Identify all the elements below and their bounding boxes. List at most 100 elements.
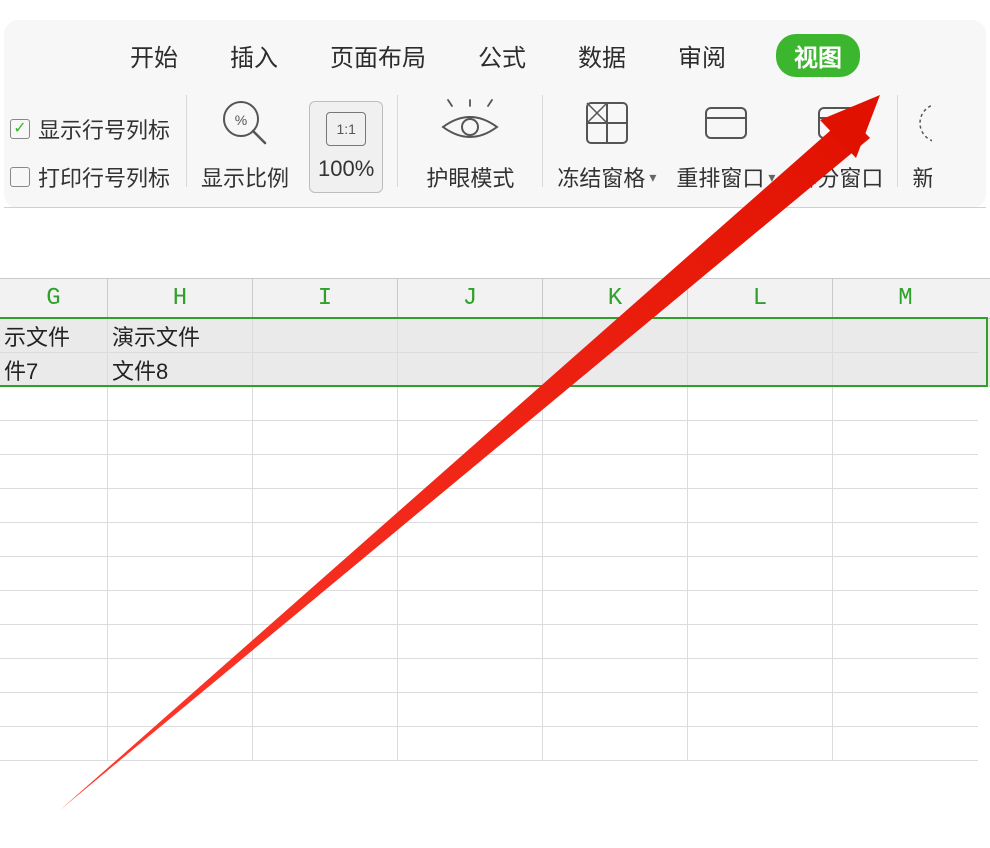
col-header-g[interactable]: G xyxy=(0,279,108,318)
cell[interactable] xyxy=(688,523,833,557)
cell[interactable] xyxy=(398,455,543,489)
zoom-100-button[interactable]: 1:1 100% xyxy=(299,97,393,193)
cell[interactable] xyxy=(543,557,688,591)
cell[interactable] xyxy=(688,557,833,591)
cell[interactable] xyxy=(0,659,108,693)
cell[interactable] xyxy=(108,727,253,761)
cell[interactable] xyxy=(543,659,688,693)
cell[interactable] xyxy=(108,421,253,455)
cell[interactable] xyxy=(543,625,688,659)
sheet-row[interactable]: 件7 文件8 xyxy=(0,353,990,387)
sheet-row[interactable] xyxy=(0,523,990,557)
cell[interactable] xyxy=(0,421,108,455)
cell[interactable] xyxy=(543,489,688,523)
cell[interactable] xyxy=(833,523,978,557)
cell[interactable] xyxy=(253,591,398,625)
cell[interactable] xyxy=(108,523,253,557)
sheet-row[interactable] xyxy=(0,489,990,523)
cell[interactable] xyxy=(0,591,108,625)
tab-data[interactable]: 数据 xyxy=(578,38,626,73)
col-header-l[interactable]: L xyxy=(688,279,833,318)
cell[interactable] xyxy=(253,557,398,591)
col-header-m[interactable]: M xyxy=(833,279,978,318)
cell[interactable] xyxy=(833,557,978,591)
cell[interactable] xyxy=(688,319,833,353)
sheet-row[interactable] xyxy=(0,659,990,693)
cell[interactable] xyxy=(108,693,253,727)
cell[interactable] xyxy=(543,353,688,387)
cell[interactable] xyxy=(688,625,833,659)
sheet-row[interactable] xyxy=(0,387,990,421)
cell[interactable] xyxy=(0,387,108,421)
col-header-h[interactable]: H xyxy=(108,279,253,318)
cell[interactable] xyxy=(398,523,543,557)
cell[interactable] xyxy=(688,387,833,421)
tab-start[interactable]: 开始 xyxy=(130,38,178,73)
cell[interactable] xyxy=(543,591,688,625)
print-headers-option[interactable]: 打印行号列标 xyxy=(10,161,170,193)
cell[interactable] xyxy=(253,353,398,387)
cell[interactable] xyxy=(253,421,398,455)
cell[interactable] xyxy=(253,319,398,353)
tab-insert[interactable]: 插入 xyxy=(230,38,278,73)
cell[interactable] xyxy=(0,693,108,727)
sheet-row[interactable] xyxy=(0,693,990,727)
cell[interactable]: 文件8 xyxy=(108,353,253,387)
cell[interactable] xyxy=(0,455,108,489)
cell[interactable] xyxy=(0,489,108,523)
cell[interactable] xyxy=(543,523,688,557)
cell[interactable] xyxy=(398,625,543,659)
cell[interactable] xyxy=(688,693,833,727)
tab-layout[interactable]: 页面布局 xyxy=(330,38,426,73)
cell[interactable] xyxy=(253,625,398,659)
cell[interactable] xyxy=(543,421,688,455)
cell[interactable] xyxy=(543,693,688,727)
col-header-i[interactable]: I xyxy=(253,279,398,318)
cell[interactable] xyxy=(253,455,398,489)
cell[interactable]: 演示文件 xyxy=(108,319,253,353)
cell[interactable] xyxy=(398,387,543,421)
cell[interactable] xyxy=(0,727,108,761)
sheet-row[interactable]: 示文件 演示文件 xyxy=(0,319,990,353)
sheet-row[interactable] xyxy=(0,557,990,591)
col-header-j[interactable]: J xyxy=(398,279,543,318)
cell[interactable] xyxy=(833,387,978,421)
cell[interactable] xyxy=(398,319,543,353)
cell[interactable] xyxy=(398,693,543,727)
cell[interactable] xyxy=(253,693,398,727)
cell[interactable] xyxy=(833,659,978,693)
cell[interactable] xyxy=(398,421,543,455)
cell[interactable] xyxy=(833,693,978,727)
freeze-panes-button[interactable]: 冻结窗格 ▾ xyxy=(547,89,666,193)
cell[interactable] xyxy=(398,353,543,387)
cell[interactable] xyxy=(398,659,543,693)
cell[interactable] xyxy=(688,659,833,693)
cell[interactable] xyxy=(688,489,833,523)
cell[interactable] xyxy=(108,625,253,659)
cell[interactable] xyxy=(0,523,108,557)
tab-formula[interactable]: 公式 xyxy=(478,38,526,73)
cell[interactable]: 示文件 xyxy=(0,319,108,353)
cell[interactable] xyxy=(108,455,253,489)
cell[interactable] xyxy=(253,523,398,557)
cell[interactable] xyxy=(108,659,253,693)
sheet-row[interactable] xyxy=(0,421,990,455)
new-window-button[interactable]: 新建 xyxy=(902,89,932,193)
cell[interactable] xyxy=(833,319,978,353)
tab-review[interactable]: 审阅 xyxy=(678,38,726,73)
split-window-button[interactable]: 拆分窗口 xyxy=(785,89,893,193)
cell[interactable] xyxy=(108,591,253,625)
cell[interactable] xyxy=(253,727,398,761)
cell[interactable] xyxy=(0,557,108,591)
sheet-row[interactable] xyxy=(0,455,990,489)
cell[interactable] xyxy=(688,421,833,455)
zoom-ratio-button[interactable]: % 显示比例 xyxy=(191,89,299,193)
cell[interactable] xyxy=(108,557,253,591)
cell[interactable] xyxy=(253,489,398,523)
sheet-row[interactable] xyxy=(0,625,990,659)
cell[interactable] xyxy=(833,625,978,659)
cell[interactable] xyxy=(543,319,688,353)
cell[interactable] xyxy=(833,421,978,455)
spreadsheet[interactable]: G H I J K L M 示文件 演示文件 件7 文件8 xyxy=(0,278,990,761)
cell[interactable] xyxy=(398,591,543,625)
